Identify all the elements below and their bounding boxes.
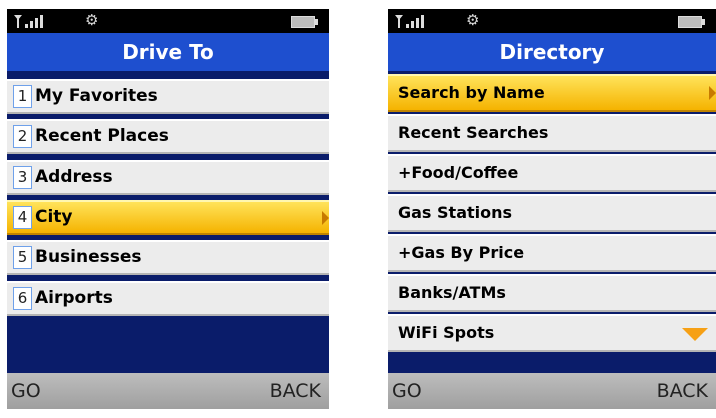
page-title: Directory bbox=[388, 33, 716, 71]
item-label: WiFi Spots bbox=[398, 323, 495, 342]
softkey-bar: GO BACK bbox=[388, 373, 716, 409]
menu-item-gas-stations[interactable]: Gas Stations bbox=[388, 194, 716, 232]
item-label: Banks/ATMs bbox=[398, 283, 506, 302]
item-label: My Favorites bbox=[35, 86, 158, 106]
menu-item-recent-places[interactable]: 2 Recent Places bbox=[7, 119, 329, 154]
item-label: Address bbox=[35, 167, 113, 187]
chevron-right-icon bbox=[322, 211, 329, 225]
menu-item-recent-searches[interactable]: Recent Searches bbox=[388, 114, 716, 152]
item-label: Businesses bbox=[35, 247, 142, 267]
item-number: 5 bbox=[13, 246, 32, 269]
item-label: Airports bbox=[35, 288, 113, 308]
signal-icon bbox=[395, 15, 424, 28]
menu-item-search-by-name[interactable]: Search by Name bbox=[388, 74, 716, 112]
item-label: +Gas By Price bbox=[398, 243, 525, 262]
chevron-right-icon bbox=[709, 86, 716, 100]
item-label: +Food/Coffee bbox=[398, 163, 519, 182]
item-number: 1 bbox=[13, 85, 32, 108]
page-title: Drive To bbox=[7, 33, 329, 71]
go-softkey[interactable]: GO bbox=[11, 380, 41, 402]
signal-icon bbox=[14, 15, 43, 28]
item-number: 6 bbox=[13, 287, 32, 310]
menu-item-address[interactable]: 3 Address bbox=[7, 160, 329, 195]
menu-item-food-coffee[interactable]: +Food/Coffee bbox=[388, 154, 716, 192]
menu-item-my-favorites[interactable]: 1 My Favorites bbox=[7, 79, 329, 114]
item-label: Recent Places bbox=[35, 126, 169, 146]
menu-list: Search by Name Recent Searches +Food/Cof… bbox=[388, 71, 716, 373]
gear-icon: ⚙ bbox=[466, 11, 480, 29]
drive-to-screen: ⚙ Drive To 1 My Favorites 2 Recent Place… bbox=[7, 9, 329, 409]
menu-item-gas-by-price[interactable]: +Gas By Price bbox=[388, 234, 716, 272]
status-bar: ⚙ bbox=[7, 9, 329, 33]
back-softkey[interactable]: BACK bbox=[270, 380, 321, 402]
menu-item-businesses[interactable]: 5 Businesses bbox=[7, 240, 329, 275]
directory-screen: ⚙ Directory Search by Name Recent Search… bbox=[388, 9, 716, 409]
item-label: City bbox=[35, 207, 73, 227]
item-number: 4 bbox=[13, 206, 32, 229]
menu-item-banks-atms[interactable]: Banks/ATMs bbox=[388, 274, 716, 312]
menu-list: 1 My Favorites 2 Recent Places 3 Address… bbox=[7, 71, 329, 373]
item-label: Search by Name bbox=[398, 83, 545, 102]
item-number: 2 bbox=[13, 125, 32, 148]
gear-icon: ⚙ bbox=[85, 11, 99, 29]
go-softkey[interactable]: GO bbox=[392, 380, 422, 402]
menu-item-airports[interactable]: 6 Airports bbox=[7, 281, 329, 316]
item-number: 3 bbox=[13, 166, 32, 189]
status-bar: ⚙ bbox=[388, 9, 716, 33]
scroll-down-icon[interactable] bbox=[682, 328, 708, 341]
menu-item-city[interactable]: 4 City bbox=[7, 200, 329, 235]
menu-item-wifi-spots[interactable]: WiFi Spots bbox=[388, 314, 716, 352]
item-label: Recent Searches bbox=[398, 123, 549, 142]
battery-icon bbox=[678, 16, 705, 28]
back-softkey[interactable]: BACK bbox=[657, 380, 708, 402]
softkey-bar: GO BACK bbox=[7, 373, 329, 409]
item-label: Gas Stations bbox=[398, 203, 513, 222]
battery-icon bbox=[291, 16, 318, 28]
